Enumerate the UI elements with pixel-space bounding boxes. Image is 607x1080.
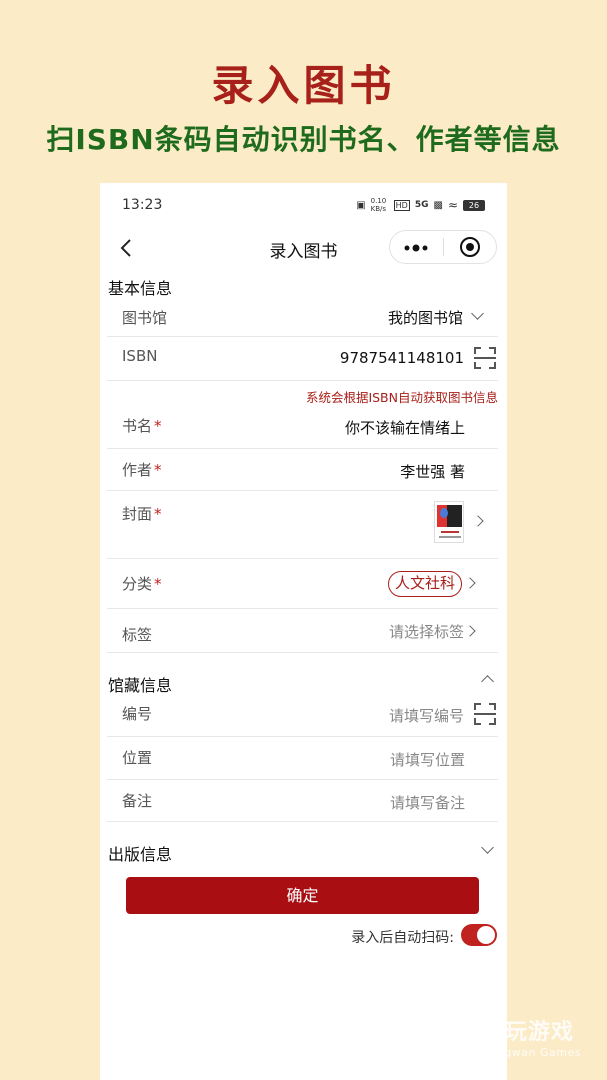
- chevron-right-icon: [464, 577, 476, 589]
- watermark-en: Rengwan Games: [481, 1046, 581, 1059]
- auto-scan-toggle[interactable]: [461, 924, 497, 946]
- location-input[interactable]: 请填写位置: [390, 749, 465, 770]
- nav-bar: 录入图书: [100, 227, 507, 271]
- number-row: 编号 请填写编号: [107, 693, 498, 737]
- book-title-input[interactable]: 你不该输在情绪上: [345, 417, 465, 438]
- cover-label: 封面 *: [122, 505, 162, 523]
- note-label: 备注: [122, 792, 153, 810]
- auto-scan-label: 录入后自动扫码:: [351, 930, 454, 946]
- wifi-icon: ≈: [447, 198, 458, 212]
- tags-select[interactable]: 请选择标签: [389, 621, 464, 642]
- hd-badge: HD: [393, 199, 410, 211]
- tags-row[interactable]: 标签 请选择标签: [107, 609, 498, 653]
- number-label: 编号: [122, 705, 153, 723]
- note-row: 备注 请填写备注: [107, 780, 498, 822]
- author-label: 作者 *: [122, 461, 162, 479]
- author-input[interactable]: 李世强 著: [400, 461, 465, 482]
- book-title-row: 书名 * 你不该输在情绪上: [107, 405, 498, 449]
- watermark: 仍玩游戏 Rengwan Games: [430, 1014, 581, 1059]
- signal-label: 5G: [414, 200, 429, 210]
- section-publish-info[interactable]: 出版信息: [108, 841, 172, 865]
- promo-subtitle: 扫ISBN条码自动识别书名、作者等信息: [46, 123, 561, 156]
- status-bar: 13:23 ▣ 0.10 KB/s HD 5G ▩ ≈ 26: [100, 183, 507, 227]
- status-icons: ▣ 0.10 KB/s HD 5G ▩ ≈ 26: [356, 197, 485, 213]
- isbn-hint: 系统会根据ISBN自动获取图书信息: [305, 390, 498, 405]
- watermark-cn: 仍玩游戏: [481, 1020, 574, 1045]
- chevron-up-icon[interactable]: [481, 675, 494, 688]
- category-row[interactable]: 分类 * 人文社科: [107, 559, 498, 609]
- author-row: 作者 * 李世强 著: [107, 449, 498, 491]
- confirm-button[interactable]: 确定: [126, 877, 479, 914]
- isbn-label: ISBN: [122, 347, 158, 365]
- chevron-right-icon: [464, 625, 476, 637]
- chevron-right-icon: [472, 515, 484, 527]
- phone-screen: 13:23 ▣ 0.10 KB/s HD 5G ▩ ≈ 26 录入图书 基本信息: [100, 183, 507, 1080]
- more-icon: [404, 244, 428, 251]
- rengwan-logo-icon: [433, 1020, 472, 1053]
- section-basic-info: 基本信息: [108, 279, 173, 298]
- library-value[interactable]: 我的图书馆: [388, 307, 463, 328]
- isbn-input[interactable]: 9787541148101: [340, 349, 464, 367]
- number-input[interactable]: 请填写编号: [389, 705, 464, 726]
- library-label: 图书馆: [122, 309, 168, 327]
- location-label: 位置: [122, 749, 153, 767]
- library-row[interactable]: 图书馆 我的图书馆: [107, 297, 498, 337]
- category-label: 分类 *: [122, 575, 162, 593]
- battery-icon: 26: [463, 199, 485, 211]
- scan-icon[interactable]: [474, 703, 496, 725]
- cover-row[interactable]: 封面 *: [107, 491, 498, 559]
- network-speed: 0.10 KB/s: [370, 197, 387, 213]
- mini-program-capsule: [389, 230, 497, 264]
- target-icon: [459, 237, 480, 257]
- promo-title: 录入图书: [211, 61, 396, 110]
- status-time: 13:23: [122, 197, 163, 213]
- tags-label: 标签: [122, 626, 153, 644]
- cover-thumbnail[interactable]: [434, 501, 464, 543]
- chevron-down-icon[interactable]: [481, 841, 494, 854]
- close-button[interactable]: [443, 237, 496, 257]
- chevron-down-icon: [471, 307, 484, 320]
- signal-icon: ▩: [433, 199, 443, 211]
- scan-icon[interactable]: [474, 347, 496, 369]
- isbn-row: ISBN 9787541148101: [107, 337, 498, 381]
- more-button[interactable]: [390, 237, 443, 258]
- location-row: 位置 请填写位置: [107, 737, 498, 780]
- note-input[interactable]: 请填写备注: [390, 792, 465, 813]
- category-tag[interactable]: 人文社科: [387, 571, 462, 597]
- vibrate-icon: ▣: [356, 199, 366, 211]
- book-title-label: 书名 *: [122, 417, 162, 435]
